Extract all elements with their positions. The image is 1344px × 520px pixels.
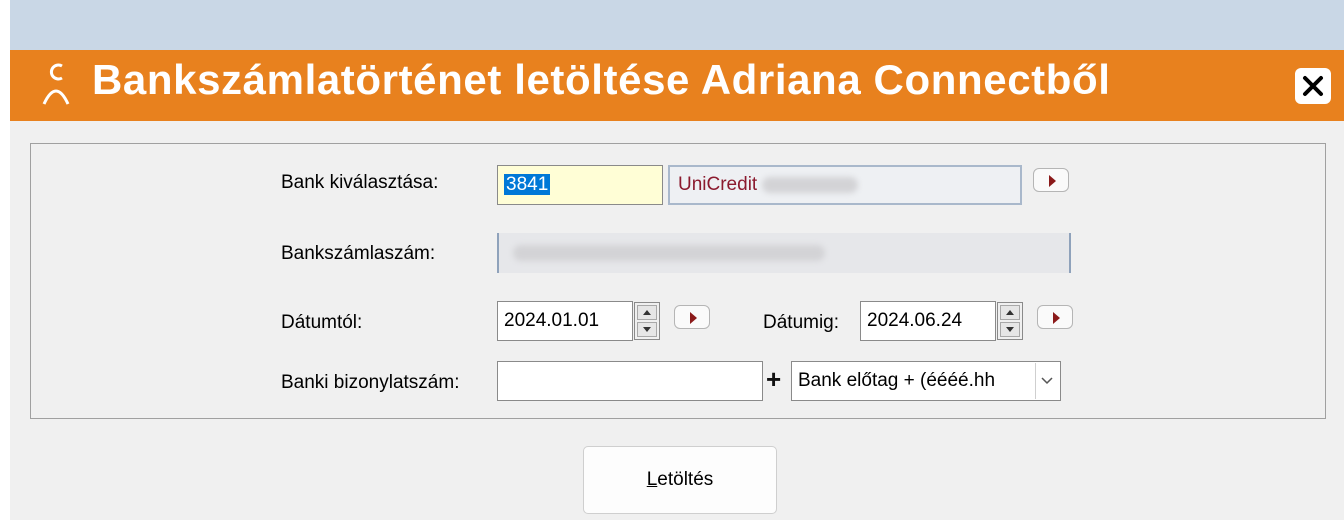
download-label: etöltés	[657, 469, 714, 490]
date-to-input[interactable]: 2024.06.24	[860, 301, 996, 341]
play-arrow-icon	[690, 312, 697, 324]
date-from-picker-button[interactable]	[674, 305, 710, 329]
bank-label: Bank kiválasztása:	[281, 172, 439, 193]
bank-name-field: UniCredit	[668, 165, 1022, 205]
background-strip	[10, 0, 1344, 50]
chevron-down-icon[interactable]	[1035, 363, 1059, 399]
date-to-label: Dátumig:	[763, 312, 840, 333]
date-from-input[interactable]: 2024.01.01	[497, 301, 633, 341]
date-from-spinner[interactable]	[634, 302, 660, 340]
spin-down-icon[interactable]	[637, 322, 657, 337]
account-number-field[interactable]	[497, 233, 1071, 273]
adriana-logo-icon	[38, 60, 74, 110]
close-icon	[1303, 76, 1323, 96]
play-arrow-icon	[1053, 312, 1060, 324]
redacted-text	[513, 245, 825, 261]
account-label: Bankszámlaszám:	[281, 243, 436, 264]
window-title: Bankszámlatörténet letöltése Adriana Con…	[92, 56, 1111, 103]
doc-number-input[interactable]	[497, 361, 763, 401]
bank-code-input[interactable]: 3841	[497, 165, 663, 205]
date-from-label: Dátumtól:	[281, 312, 363, 333]
date-to-picker-button[interactable]	[1037, 305, 1073, 329]
close-button[interactable]	[1295, 68, 1331, 104]
doc-number-label: Banki bizonylatszám:	[281, 372, 460, 393]
spin-up-icon[interactable]	[637, 305, 657, 320]
download-button[interactable]: Letöltés	[583, 446, 777, 514]
bank-name-value: UniCredit	[678, 174, 758, 195]
redacted-text	[762, 176, 859, 193]
download-access-key: L	[646, 469, 658, 490]
doc-format-select[interactable]: Bank előtag + (éééé.hh	[791, 361, 1061, 401]
spin-down-icon[interactable]	[1000, 322, 1020, 337]
doc-format-value: Bank előtag + (éééé.hh	[798, 370, 996, 391]
title-bar: Bankszámlatörténet letöltése Adriana Con…	[10, 50, 1344, 121]
date-to-spinner[interactable]	[997, 302, 1023, 340]
spin-up-icon[interactable]	[1000, 305, 1020, 320]
bank-lookup-button[interactable]	[1033, 168, 1069, 192]
bank-code-value: 3841	[504, 174, 551, 195]
plus-sign: +	[766, 364, 782, 394]
play-arrow-icon	[1049, 175, 1056, 187]
left-window-edge	[0, 0, 10, 520]
